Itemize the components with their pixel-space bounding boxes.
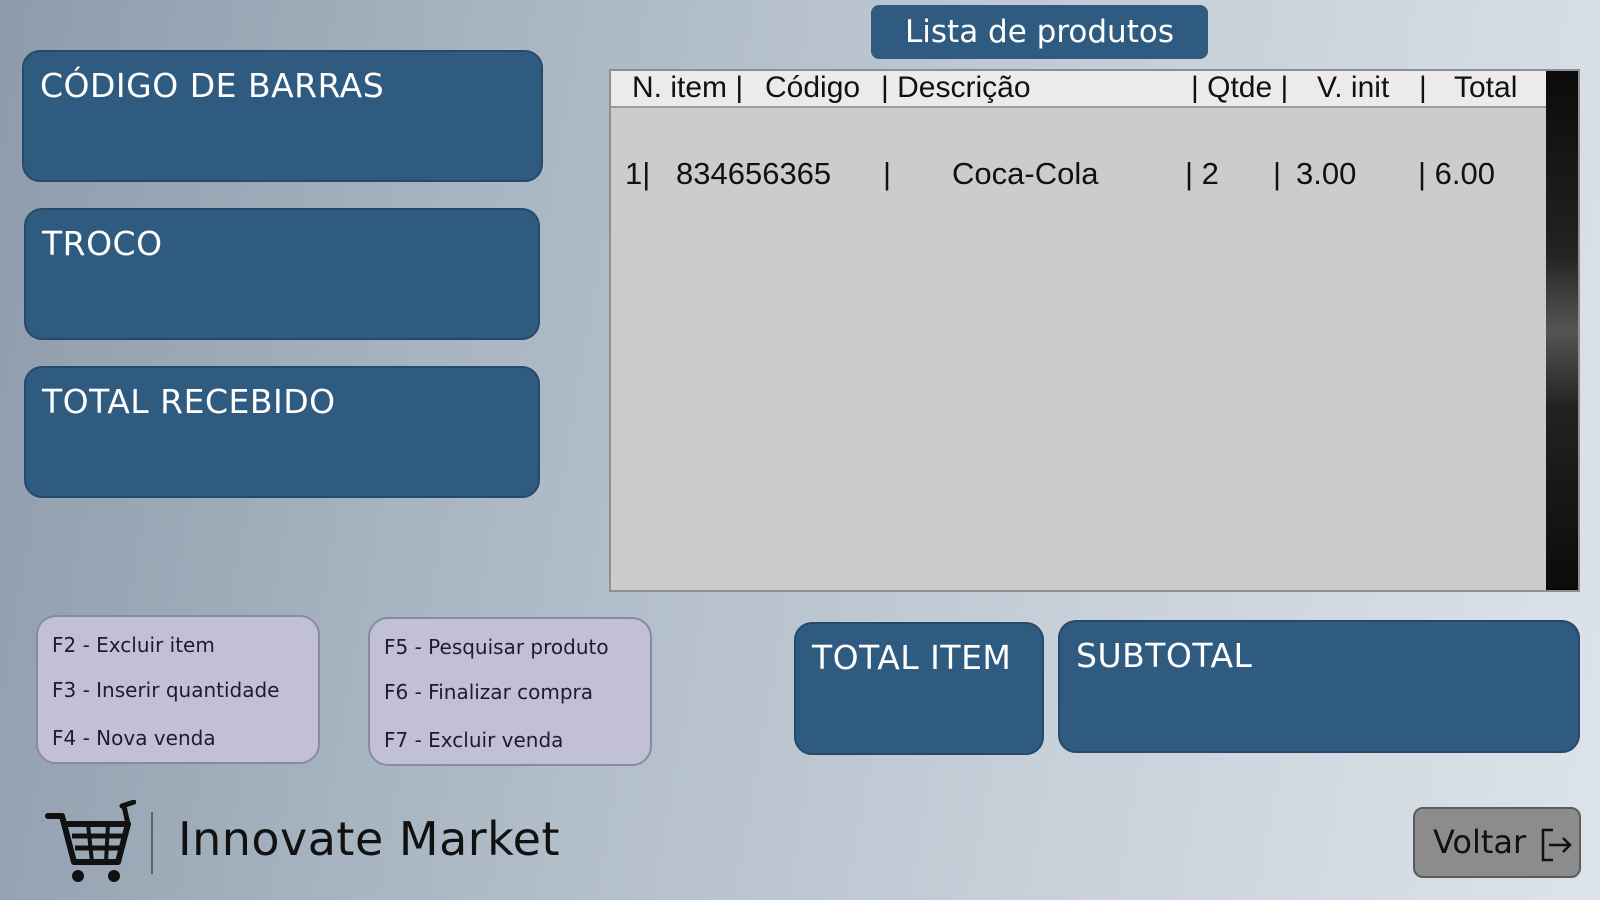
row-separator: | [1273,156,1282,191]
header-code: Código [765,71,861,104]
total-item-panel: TOTAL ITEM [794,622,1044,755]
header-total: Total [1454,71,1518,104]
shortcut-delete-item: F2 - Excluir item [52,633,215,657]
back-button[interactable]: Voltar [1413,807,1581,878]
row-unit-price: 3.00 [1296,156,1357,191]
change-panel: TROCO [24,208,540,340]
row-description: Coca-Cola [952,156,1099,191]
barcode-input[interactable] [40,124,525,166]
shortcut-finish-purchase: F6 - Finalizar compra [384,680,594,704]
total-received-label: TOTAL RECEBIDO [42,382,336,421]
shortcut-delete-sale: F7 - Excluir venda [384,728,564,752]
product-list[interactable]: N. item | Código | Descrição | Qtde | V.… [609,69,1580,592]
list-header: N. item | Código | Descrição | Qtde | V.… [611,71,1549,108]
back-button-label: Voltar [1433,823,1527,861]
change-label: TROCO [42,224,163,263]
total-received-input[interactable] [42,440,522,482]
brand-name: Innovate Market [178,812,561,866]
list-scrollbar[interactable] [1546,71,1578,590]
subtotal-label: SUBTOTAL [1076,636,1253,675]
shortcut-new-sale: F4 - Nova venda [52,726,216,750]
total-item-input[interactable] [812,697,1026,739]
total-item-label: TOTAL ITEM [812,638,1012,677]
row-item: 1| [625,156,651,191]
header-qty: | Qtde | [1191,71,1289,104]
shopping-cart-icon [45,800,136,882]
row-code: 834656365 [676,156,832,191]
row-qty: | 2 [1185,156,1219,191]
subtotal-input[interactable] [1076,695,1562,737]
table-row[interactable]: 1| 834656365 | Coca-Cola | 2 | 3.00 | 6.… [611,156,1549,196]
barcode-panel: CÓDIGO DE BARRAS [22,50,543,182]
shortcut-search-product: F5 - Pesquisar produto [384,635,609,659]
header-unit-price: V. init [1317,71,1390,104]
shortcut-insert-quantity: F3 - Inserir quantidade [52,678,280,702]
subtotal-panel: SUBTOTAL [1058,620,1580,753]
logo-divider [151,812,153,874]
shortcuts-box-2: F5 - Pesquisar produto F6 - Finalizar co… [368,617,652,766]
row-total: | 6.00 [1418,156,1496,191]
header-item: N. item | [632,71,744,104]
change-input[interactable] [42,282,522,324]
product-list-title: Lista de produtos [871,5,1208,59]
total-received-panel: TOTAL RECEBIDO [24,366,540,498]
shortcuts-box-1: F2 - Excluir item F3 - Inserir quantidad… [36,615,320,764]
barcode-label: CÓDIGO DE BARRAS [40,66,385,105]
header-description: | Descrição [881,71,1031,104]
header-separator: | [1419,71,1427,104]
exit-icon [1541,828,1572,862]
row-separator: | [883,156,892,191]
